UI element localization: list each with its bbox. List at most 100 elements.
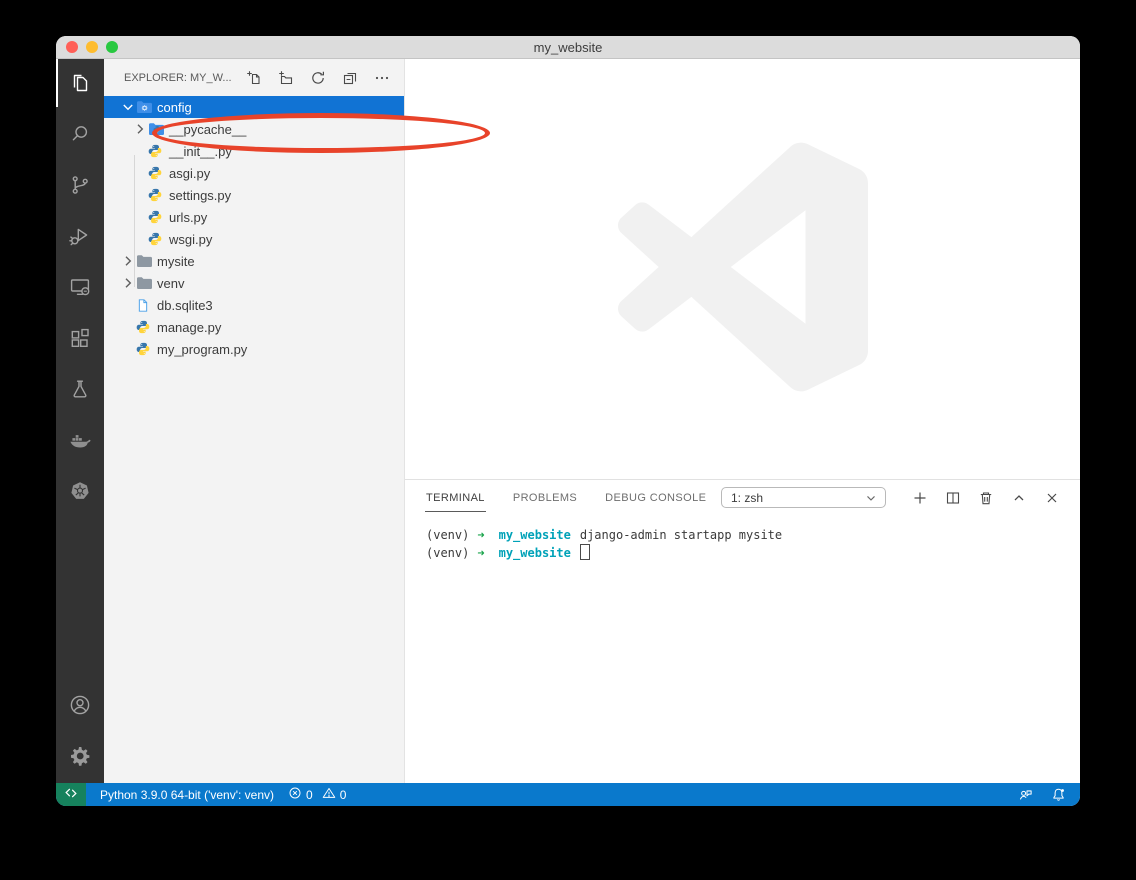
beaker-icon [68, 377, 92, 401]
more-actions-button[interactable] [374, 70, 390, 86]
terminal-content[interactable]: (venv)➜my_websitedjango-admin startapp m… [405, 515, 1080, 783]
venv-prefix: (venv) [426, 546, 469, 560]
file-tree: config __pycache__ __init__.py asgi.py setti… [104, 96, 404, 360]
activitybar-item-extensions[interactable] [56, 314, 104, 362]
activitybar-item-remote-explorer[interactable] [56, 263, 104, 311]
source-control-icon [68, 173, 92, 197]
warning-count: 0 [340, 788, 347, 802]
folder-python-icon [148, 121, 168, 137]
extensions-icon [68, 326, 92, 350]
activitybar-item-run-and-debug[interactable] [56, 212, 104, 260]
collapse-folders-button[interactable] [342, 70, 358, 86]
kill-terminal-button[interactable] [978, 490, 994, 506]
gear-icon [68, 744, 92, 768]
python-interpreter-label: Python 3.9.0 64-bit ('venv': venv) [100, 788, 274, 802]
tree-item-label: urls.py [169, 210, 207, 225]
python-icon [148, 231, 168, 247]
status-bar: Python 3.9.0 64-bit ('venv': venv) 0 0 [56, 783, 1080, 806]
explorer-header: EXPLORER: MY_W... [104, 59, 404, 96]
vscode-window: my_website [56, 36, 1080, 806]
folder-gray-icon [136, 253, 156, 269]
tree-item-label: asgi.py [169, 166, 210, 181]
new-folder-button[interactable] [278, 70, 294, 86]
files-icon [68, 71, 92, 95]
tree-item-label: config [157, 100, 192, 115]
tree-item-db-sqlite3[interactable]: db.sqlite3 [104, 294, 404, 316]
zoom-window-button[interactable] [106, 41, 118, 53]
explorer-title: EXPLORER: MY_W... [124, 72, 232, 84]
feedback-icon[interactable] [1018, 787, 1033, 802]
maximize-panel-button[interactable] [1011, 490, 1027, 506]
tree-item-venv[interactable]: venv [104, 272, 404, 294]
prompt-cwd: my_website [499, 546, 571, 560]
activitybar-item-explorer[interactable] [56, 59, 104, 107]
tree-item-mysite[interactable]: mysite [104, 250, 404, 272]
remote-indicator[interactable] [56, 783, 86, 806]
terminal-line: (venv)➜my_websitedjango-admin startapp m… [426, 528, 1080, 544]
tab-problems[interactable]: PROBLEMS [512, 483, 578, 512]
docker-icon [68, 428, 92, 452]
tree-item-init-py[interactable]: __init__.py [104, 140, 404, 162]
remote-icon [64, 786, 78, 803]
tree-item-label: wsgi.py [169, 232, 212, 247]
tree-item-wsgi-py[interactable]: wsgi.py [104, 228, 404, 250]
chevron-down-icon [864, 491, 878, 505]
activitybar-item-settings[interactable] [56, 732, 104, 780]
editor-column: TERMINAL PROBLEMS DEBUG CONSOLE 1: zsh [404, 59, 1080, 783]
tree-item-label: db.sqlite3 [157, 298, 213, 313]
panel-header: TERMINAL PROBLEMS DEBUG CONSOLE 1: zsh [405, 480, 1080, 515]
remote-explorer-icon [68, 275, 92, 299]
tree-item-urls-py[interactable]: urls.py [104, 206, 404, 228]
activitybar-item-source-control[interactable] [56, 161, 104, 209]
editor-area[interactable] [405, 59, 1080, 479]
tree-item-manage-py[interactable]: manage.py [104, 316, 404, 338]
twisty-spacer [120, 341, 136, 357]
run-debug-icon [68, 224, 92, 248]
close-window-button[interactable] [66, 41, 78, 53]
activitybar-item-search[interactable] [56, 110, 104, 158]
prompt-arrow: ➜ [477, 528, 484, 542]
titlebar: my_website [56, 36, 1080, 59]
minimize-window-button[interactable] [86, 41, 98, 53]
error-icon [288, 786, 303, 803]
tree-item-my-program-py[interactable]: my_program.py [104, 338, 404, 360]
tree-item-label: venv [157, 276, 184, 291]
twisty-spacer [120, 297, 136, 313]
tab-terminal[interactable]: TERMINAL [425, 483, 486, 512]
tab-debug-console[interactable]: DEBUG CONSOLE [604, 483, 707, 512]
activitybar-item-docker[interactable] [56, 416, 104, 464]
activitybar-spacer [56, 518, 104, 681]
tree-item-settings-py[interactable]: settings.py [104, 184, 404, 206]
account-icon [68, 693, 92, 717]
split-terminal-button[interactable] [945, 490, 961, 506]
python-interpreter-status[interactable]: Python 3.9.0 64-bit ('venv': venv) [100, 788, 274, 802]
activitybar-item-kubernetes[interactable] [56, 467, 104, 515]
twisty-spacer [120, 319, 136, 335]
activitybar-item-testing[interactable] [56, 365, 104, 413]
tree-item-asgi-py[interactable]: asgi.py [104, 162, 404, 184]
tree-item-label: settings.py [169, 188, 231, 203]
warning-icon [322, 786, 337, 803]
search-icon [68, 122, 92, 146]
close-panel-button[interactable] [1044, 490, 1060, 506]
refresh-button[interactable] [310, 70, 326, 86]
shell-select-value: 1: zsh [731, 491, 763, 505]
tree-item-label: manage.py [157, 320, 221, 335]
folder-gray-icon [136, 275, 156, 291]
tree-item-label: my_program.py [157, 342, 247, 357]
new-terminal-button[interactable] [912, 490, 928, 506]
terminal-shell-select[interactable]: 1: zsh [721, 487, 886, 508]
tree-item-config[interactable]: config [104, 96, 404, 118]
new-file-button[interactable] [246, 70, 262, 86]
tree-item-label: __init__.py [169, 144, 232, 159]
terminal-line: (venv)➜my_website [426, 544, 1080, 562]
problems-status[interactable]: 0 0 [288, 786, 346, 803]
error-count: 0 [306, 788, 313, 802]
chevron-down-icon[interactable] [120, 99, 136, 115]
chevron-right-icon[interactable] [132, 121, 148, 137]
notifications-bell-icon[interactable] [1051, 787, 1066, 802]
explorer-actions [246, 70, 390, 86]
tree-item-pycache[interactable]: __pycache__ [104, 118, 404, 140]
activitybar-item-account[interactable] [56, 681, 104, 729]
indent-guide [134, 155, 135, 287]
